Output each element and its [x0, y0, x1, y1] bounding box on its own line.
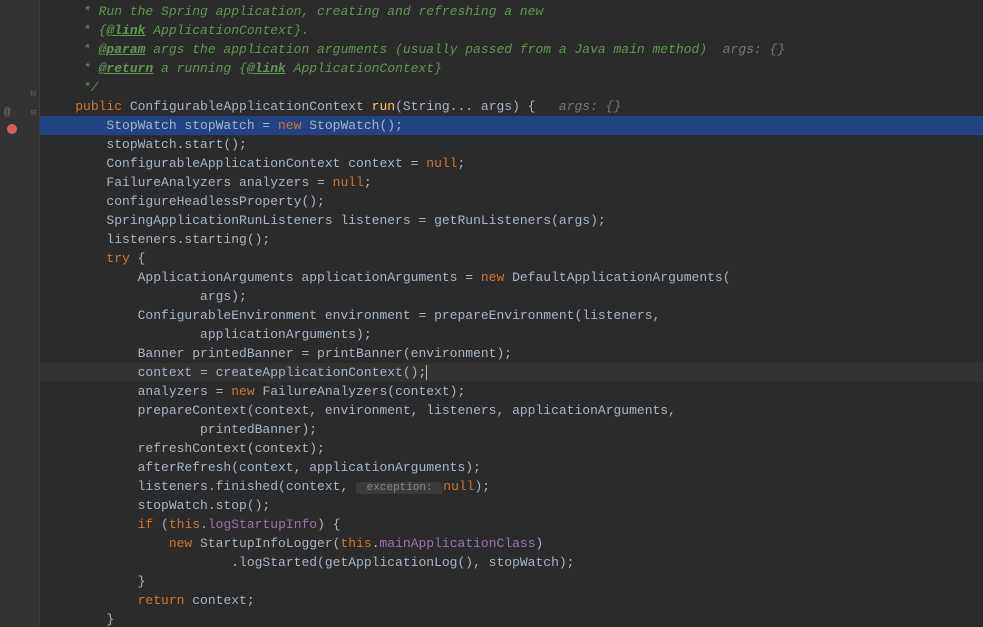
code-line[interactable]: ApplicationArguments applicationArgument… [40, 268, 983, 287]
gutter[interactable]: @ ⊟ ⊟ [0, 0, 40, 627]
override-icon[interactable]: @ [4, 104, 11, 123]
fold-icon[interactable]: ⊟ [31, 104, 36, 123]
code-line[interactable]: * {@link ApplicationContext}. [40, 21, 983, 40]
code-line[interactable]: configureHeadlessProperty(); [40, 192, 983, 211]
code-line[interactable]: refreshContext(context); [40, 439, 983, 458]
text-cursor [426, 365, 427, 380]
code-line[interactable]: } [40, 572, 983, 591]
code-editor[interactable]: @ ⊟ ⊟ * Run the Spring application, crea… [0, 0, 983, 627]
fold-icon[interactable]: ⊟ [31, 85, 36, 104]
code-line[interactable]: applicationArguments); [40, 325, 983, 344]
code-line[interactable]: * Run the Spring application, creating a… [40, 2, 983, 21]
code-line[interactable]: ConfigurableEnvironment environment = pr… [40, 306, 983, 325]
code-line[interactable]: return context; [40, 591, 983, 610]
code-line[interactable]: afterRefresh(context, applicationArgumen… [40, 458, 983, 477]
breakpoint-icon[interactable] [6, 123, 18, 143]
code-line[interactable]: * @param args the application arguments … [40, 40, 983, 59]
code-line[interactable]: if (this.logStartupInfo) { [40, 515, 983, 534]
code-line[interactable]: } [40, 610, 983, 627]
code-line[interactable]: SpringApplicationRunListeners listeners … [40, 211, 983, 230]
code-line[interactable]: public ConfigurableApplicationContext ru… [40, 97, 983, 116]
code-line[interactable]: FailureAnalyzers analyzers = null; [40, 173, 983, 192]
code-line[interactable]: stopWatch.stop(); [40, 496, 983, 515]
code-line[interactable]: Banner printedBanner = printBanner(envir… [40, 344, 983, 363]
code-line[interactable]: new StartupInfoLogger(this.mainApplicati… [40, 534, 983, 553]
code-line[interactable]: * @return a running {@link ApplicationCo… [40, 59, 983, 78]
code-line-highlighted[interactable]: StopWatch stopWatch = new StopWatch(); [40, 116, 983, 135]
code-line[interactable]: printedBanner); [40, 420, 983, 439]
code-line[interactable]: analyzers = new FailureAnalyzers(context… [40, 382, 983, 401]
code-line-cursor[interactable]: context = createApplicationContext(); [40, 363, 983, 382]
code-line[interactable]: listeners.starting(); [40, 230, 983, 249]
code-line[interactable]: */ [40, 78, 983, 97]
code-line[interactable]: listeners.finished(context, exception: n… [40, 477, 983, 496]
code-area[interactable]: * Run the Spring application, creating a… [40, 0, 983, 627]
code-line[interactable]: stopWatch.start(); [40, 135, 983, 154]
code-line[interactable]: args); [40, 287, 983, 306]
code-line[interactable]: ConfigurableApplicationContext context =… [40, 154, 983, 173]
param-hint: exception: [356, 482, 443, 494]
code-line[interactable]: .logStarted(getApplicationLog(), stopWat… [40, 553, 983, 572]
code-line[interactable]: prepareContext(context, environment, lis… [40, 401, 983, 420]
code-line[interactable]: try { [40, 249, 983, 268]
